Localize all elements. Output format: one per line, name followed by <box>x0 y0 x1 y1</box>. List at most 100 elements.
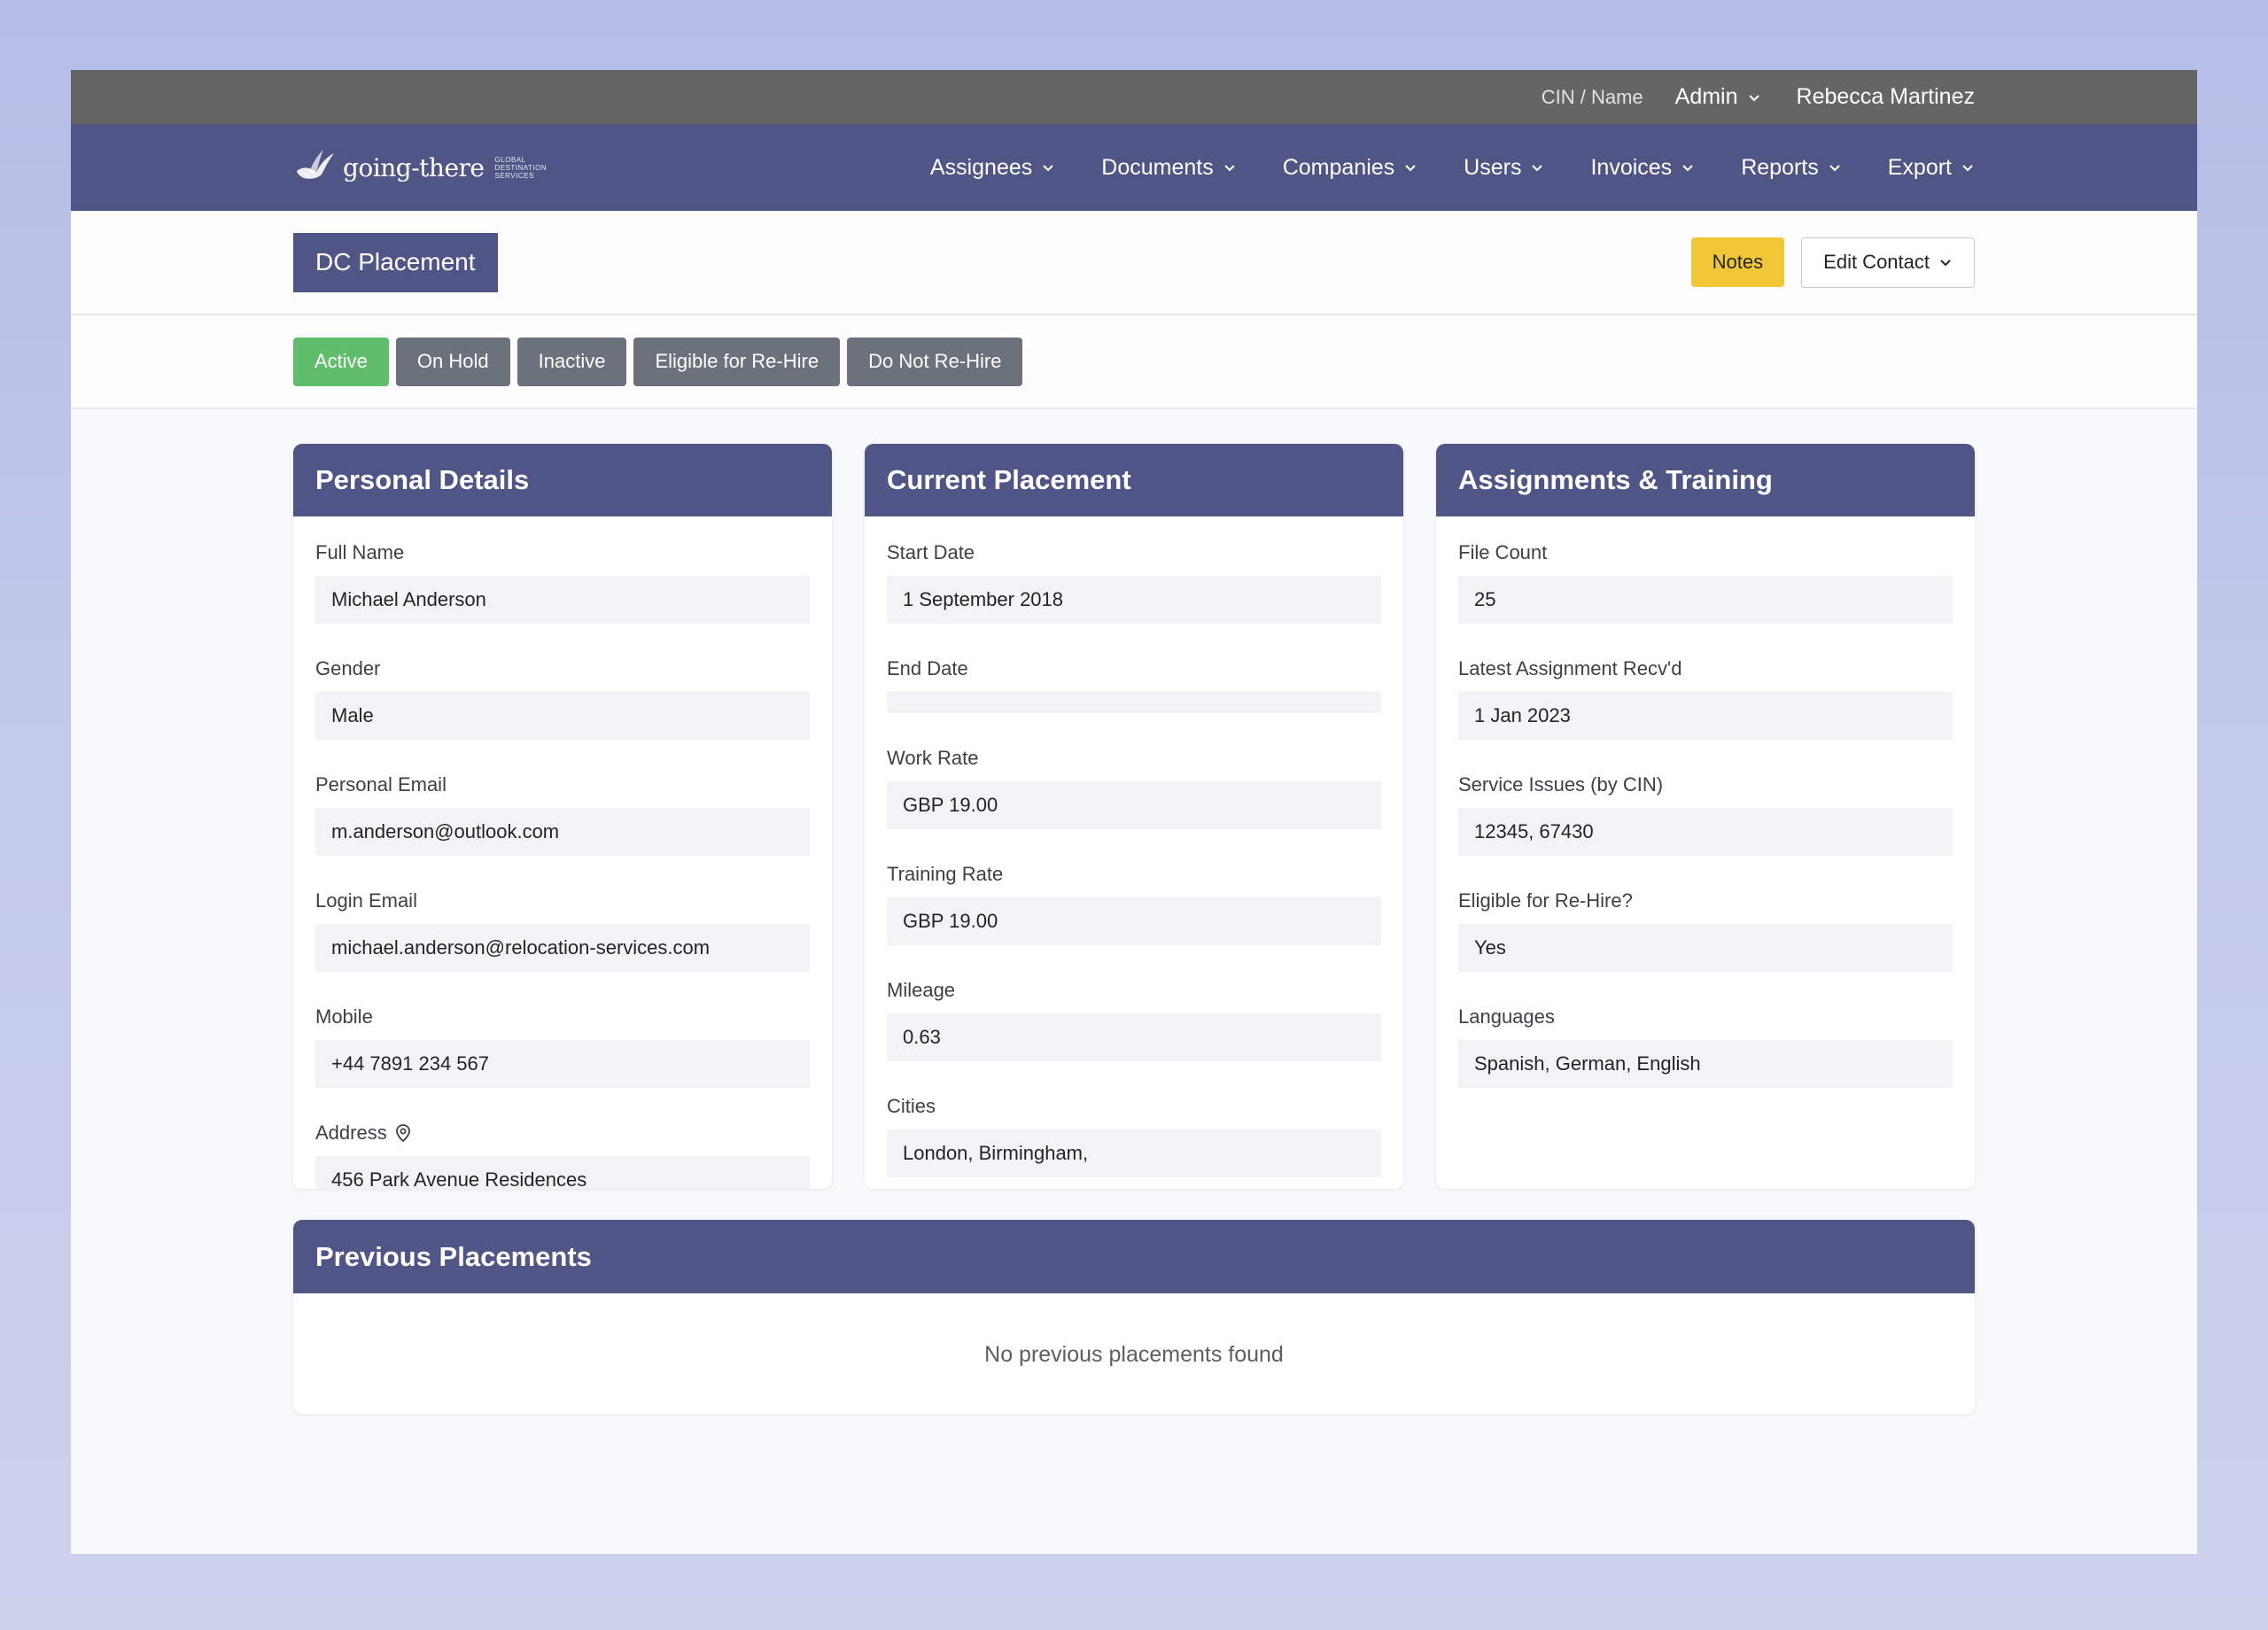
nav-reports[interactable]: Reports <box>1741 155 1842 181</box>
field-value: Yes <box>1458 924 1953 972</box>
status-on-hold-button[interactable]: On Hold <box>395 337 510 386</box>
nav-label: Reports <box>1741 154 1819 180</box>
page-title: DC Placement <box>293 232 498 292</box>
personal-details-card: Personal Details Full Name Michael Ander… <box>293 444 832 1189</box>
field-value: michael.anderson@relocation-services.com <box>315 924 810 972</box>
chevron-down-icon <box>1223 160 1237 175</box>
field-login-email: Login Email michael.anderson@relocation-… <box>315 889 810 972</box>
field-value: 0.63 <box>887 1013 1381 1061</box>
nav-label: Export <box>1887 154 1952 180</box>
field-value <box>887 692 1381 713</box>
card-title: Assignments & Training <box>1436 444 1975 516</box>
field-file-count: File Count 25 <box>1458 541 1953 624</box>
assignments-training-card: Assignments & Training File Count 25 Lat… <box>1436 444 1975 1189</box>
field-label: Service Issues (by CIN) <box>1458 773 1664 796</box>
field-work-rate: Work Rate GBP 19.00 <box>887 747 1381 829</box>
field-value: London, Birmingham, <box>887 1129 1381 1177</box>
field-label-text: Address <box>315 1122 387 1144</box>
top-utility-bar: CIN / Name Admin Rebecca Martinez <box>71 70 2197 124</box>
brand-name: going-there <box>343 152 485 182</box>
field-label: Full Name <box>315 541 405 563</box>
field-label: File Count <box>1458 541 1548 563</box>
nav-export[interactable]: Export <box>1888 155 1975 181</box>
field-service-issues: Service Issues (by CIN) 12345, 67430 <box>1458 773 1953 856</box>
field-value: 25 <box>1458 576 1953 624</box>
field-value: Spanish, German, English <box>1458 1040 1953 1088</box>
admin-menu-label: Admin <box>1674 84 1738 109</box>
field-personal-email: Personal Email m.anderson@outlook.com <box>315 773 810 856</box>
field-label: Login Email <box>315 889 417 912</box>
field-value: GBP 19.00 <box>887 781 1381 829</box>
field-label: Mileage <box>887 979 956 1001</box>
field-cities: Cities London, Birmingham, <box>887 1095 1381 1177</box>
chevron-down-icon <box>1530 160 1544 175</box>
status-inactive-button[interactable]: Inactive <box>517 337 627 386</box>
previous-placements-card: Previous Placements No previous placemen… <box>293 1220 1975 1414</box>
field-mobile: Mobile +44 7891 234 567 <box>315 1005 810 1088</box>
field-label: Mobile <box>315 1005 373 1028</box>
field-latest-assignment: Latest Assignment Recv'd 1 Jan 2023 <box>1458 657 1953 740</box>
field-value: Michael Anderson <box>315 576 810 624</box>
field-start-date: Start Date 1 September 2018 <box>887 541 1381 624</box>
field-label: Start Date <box>887 541 975 563</box>
nav-invoices[interactable]: Invoices <box>1590 155 1695 181</box>
status-toolbar: Active On Hold Inactive Eligible for Re-… <box>71 315 2197 409</box>
field-label: Languages <box>1458 1005 1555 1028</box>
field-label: Training Rate <box>887 863 1004 885</box>
field-label: End Date <box>887 657 968 679</box>
nav-label: Companies <box>1282 154 1395 180</box>
map-pin-icon[interactable] <box>394 1123 412 1143</box>
chevron-down-icon <box>1747 90 1761 105</box>
field-label: Work Rate <box>887 747 979 769</box>
card-title: Personal Details <box>293 444 832 516</box>
chevron-down-icon <box>1681 160 1695 175</box>
brand-logo[interactable]: going-there Global Destination Services <box>293 148 574 187</box>
nav-documents[interactable]: Documents <box>1101 155 1236 181</box>
detail-cards: Personal Details Full Name Michael Ander… <box>293 444 1975 1189</box>
user-name[interactable]: Rebecca Martinez <box>1797 84 1975 110</box>
status-eligible-rehire-button[interactable]: Eligible for Re-Hire <box>633 337 841 386</box>
nav-menu: Assignees Documents Companies Users Invo… <box>930 155 1975 181</box>
field-value: Male <box>315 692 810 740</box>
field-label: Eligible for Re-Hire? <box>1458 889 1633 912</box>
current-placement-card: Current Placement Start Date 1 September… <box>865 444 1403 1189</box>
field-full-name: Full Name Michael Anderson <box>315 541 810 624</box>
chevron-down-icon <box>1041 160 1055 175</box>
notes-button[interactable]: Notes <box>1690 237 1785 287</box>
field-value: 1 September 2018 <box>887 576 1381 624</box>
field-value: +44 7891 234 567 <box>315 1040 810 1088</box>
field-label: Cities <box>887 1095 936 1117</box>
main-navbar: going-there Global Destination Services … <box>71 124 2197 211</box>
field-value: 456 Park Avenue Residences <box>315 1156 810 1189</box>
header-actions: Notes Edit Contact <box>1690 237 1975 288</box>
chevron-down-icon <box>1961 160 1975 175</box>
nav-users[interactable]: Users <box>1464 155 1544 181</box>
nav-label: Invoices <box>1590 154 1673 180</box>
page-header: DC Placement Notes Edit Contact <box>71 211 2197 315</box>
brand-tagline: Global Destination Services <box>494 155 548 180</box>
edit-contact-label: Edit Contact <box>1823 251 1930 273</box>
field-end-date: End Date <box>887 657 1381 713</box>
nav-label: Assignees <box>929 154 1033 180</box>
status-active-button[interactable]: Active <box>293 337 389 386</box>
field-label: Personal Email <box>315 773 447 796</box>
field-label: Latest Assignment Recv'd <box>1458 657 1682 679</box>
field-gender: Gender Male <box>315 657 810 740</box>
chevron-down-icon <box>1938 255 1953 269</box>
nav-label: Users <box>1464 154 1522 180</box>
admin-menu[interactable]: Admin <box>1675 84 1761 110</box>
field-mileage: Mileage 0.63 <box>887 979 1381 1061</box>
status-do-not-rehire-button[interactable]: Do Not Re-Hire <box>847 337 1023 386</box>
nav-assignees[interactable]: Assignees <box>930 155 1055 181</box>
edit-contact-button[interactable]: Edit Contact <box>1801 237 1975 288</box>
field-training-rate: Training Rate GBP 19.00 <box>887 863 1381 945</box>
field-value: 1 Jan 2023 <box>1458 692 1953 740</box>
nav-companies[interactable]: Companies <box>1283 155 1418 181</box>
field-value: m.anderson@outlook.com <box>315 808 810 856</box>
field-languages: Languages Spanish, German, English <box>1458 1005 1953 1088</box>
field-label-address: Address <box>315 1122 810 1145</box>
app-window: CIN / Name Admin Rebecca Martinez going-… <box>71 70 2197 1554</box>
cin-name-search-link[interactable]: CIN / Name <box>1542 86 1643 109</box>
bird-logo-icon <box>293 148 336 187</box>
nav-label: Documents <box>1101 154 1214 180</box>
